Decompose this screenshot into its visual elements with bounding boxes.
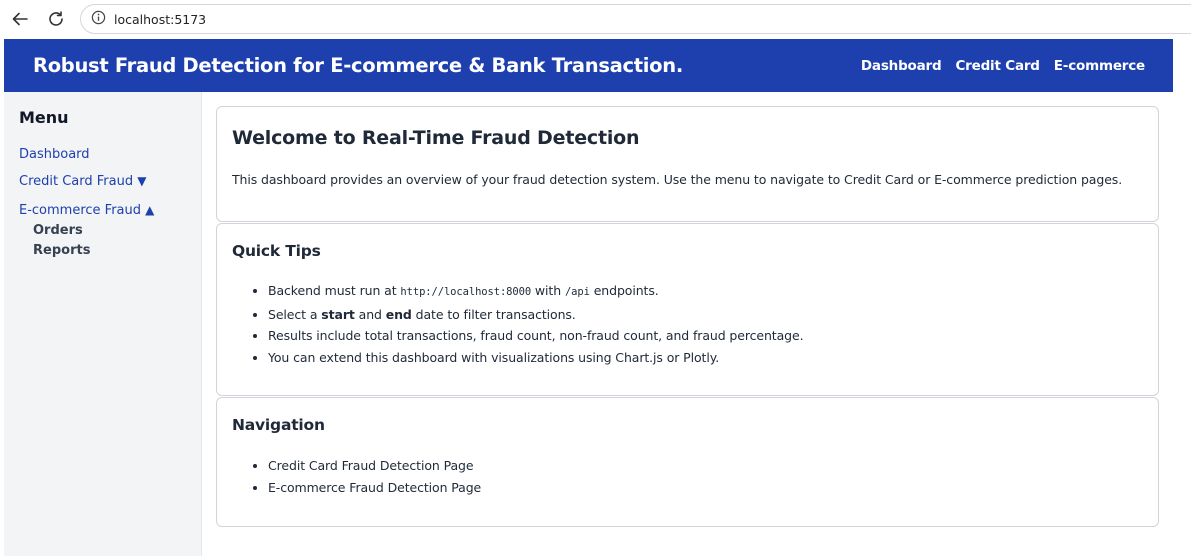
- list-item: Results include total transactions, frau…: [268, 325, 1143, 347]
- app-title: Robust Fraud Detection for E-commerce & …: [33, 54, 683, 77]
- browser-toolbar: localhost:5173: [0, 0, 1191, 38]
- app-header: Robust Fraud Detection for E-commerce & …: [4, 39, 1173, 92]
- site-info-icon[interactable]: [91, 10, 106, 29]
- sidebar-item-ecommerce-fraud[interactable]: E-commerce Fraud ▲: [19, 203, 201, 218]
- list-item: E-commerce Fraud Detection Page: [268, 477, 1143, 499]
- list-item: Credit Card Fraud Detection Page: [268, 455, 1143, 477]
- quick-tips-title: Quick Tips: [232, 242, 321, 260]
- tip-text: with: [531, 283, 565, 298]
- sidebar-subitem-orders[interactable]: Orders: [33, 223, 201, 238]
- header-link-credit-card[interactable]: Credit Card: [955, 58, 1040, 74]
- tips-list: Backend must run at http://localhost:800…: [232, 280, 1143, 368]
- tip-text: Select a: [268, 306, 322, 322]
- sidebar-item-label: E-commerce Fraud: [19, 203, 142, 218]
- url-text: localhost:5173: [114, 11, 207, 27]
- welcome-card: Welcome to Real-Time Fraud Detection Thi…: [216, 106, 1159, 222]
- ecommerce-submenu: Orders Reports: [19, 223, 201, 258]
- welcome-text: This dashboard provides an overview of y…: [232, 172, 1123, 187]
- navigation-title: Navigation: [232, 416, 325, 434]
- sidebar-item-dashboard[interactable]: Dashboard: [19, 147, 201, 162]
- sidebar: Menu Dashboard Credit Card Fraud ▼ E-com…: [4, 92, 202, 556]
- tip-text: and: [354, 306, 386, 322]
- tip-text: Backend must run at: [268, 283, 401, 298]
- sidebar-subitem-reports[interactable]: Reports: [33, 243, 201, 258]
- reload-icon[interactable]: [46, 9, 66, 29]
- list-item: Select a start and end date to filter tr…: [268, 304, 1143, 326]
- header-nav: Dashboard Credit Card E-commerce: [861, 58, 1145, 74]
- caret-down-icon: ▼: [137, 174, 147, 188]
- address-bar[interactable]: localhost:5173: [80, 4, 1191, 34]
- caret-up-icon: ▲: [145, 203, 155, 217]
- navigation-card: Navigation Credit Card Fraud Detection P…: [216, 397, 1159, 527]
- bold-end: end: [385, 306, 412, 322]
- sidebar-item-credit-card-fraud[interactable]: Credit Card Fraud ▼: [19, 174, 201, 189]
- tip-text: date to filter transactions.: [411, 306, 576, 322]
- backend-url-code: http://localhost:8000: [400, 286, 532, 298]
- menu-heading: Menu: [19, 108, 69, 127]
- back-arrow-icon[interactable]: [10, 9, 30, 29]
- list-item: You can extend this dashboard with visua…: [268, 347, 1143, 369]
- welcome-title: Welcome to Real-Time Fraud Detection: [232, 127, 640, 149]
- bold-start: start: [321, 306, 355, 322]
- api-path-code: /api: [564, 286, 590, 298]
- quick-tips-card: Quick Tips Backend must run at http://lo…: [216, 223, 1159, 396]
- list-item: Backend must run at http://localhost:800…: [268, 280, 1143, 304]
- header-link-dashboard[interactable]: Dashboard: [861, 58, 942, 74]
- navigation-list: Credit Card Fraud Detection Page E-comme…: [232, 455, 1143, 498]
- sidebar-item-label: Credit Card Fraud: [19, 174, 134, 189]
- tip-text: endpoints.: [589, 283, 659, 298]
- header-link-ecommerce[interactable]: E-commerce: [1054, 58, 1145, 74]
